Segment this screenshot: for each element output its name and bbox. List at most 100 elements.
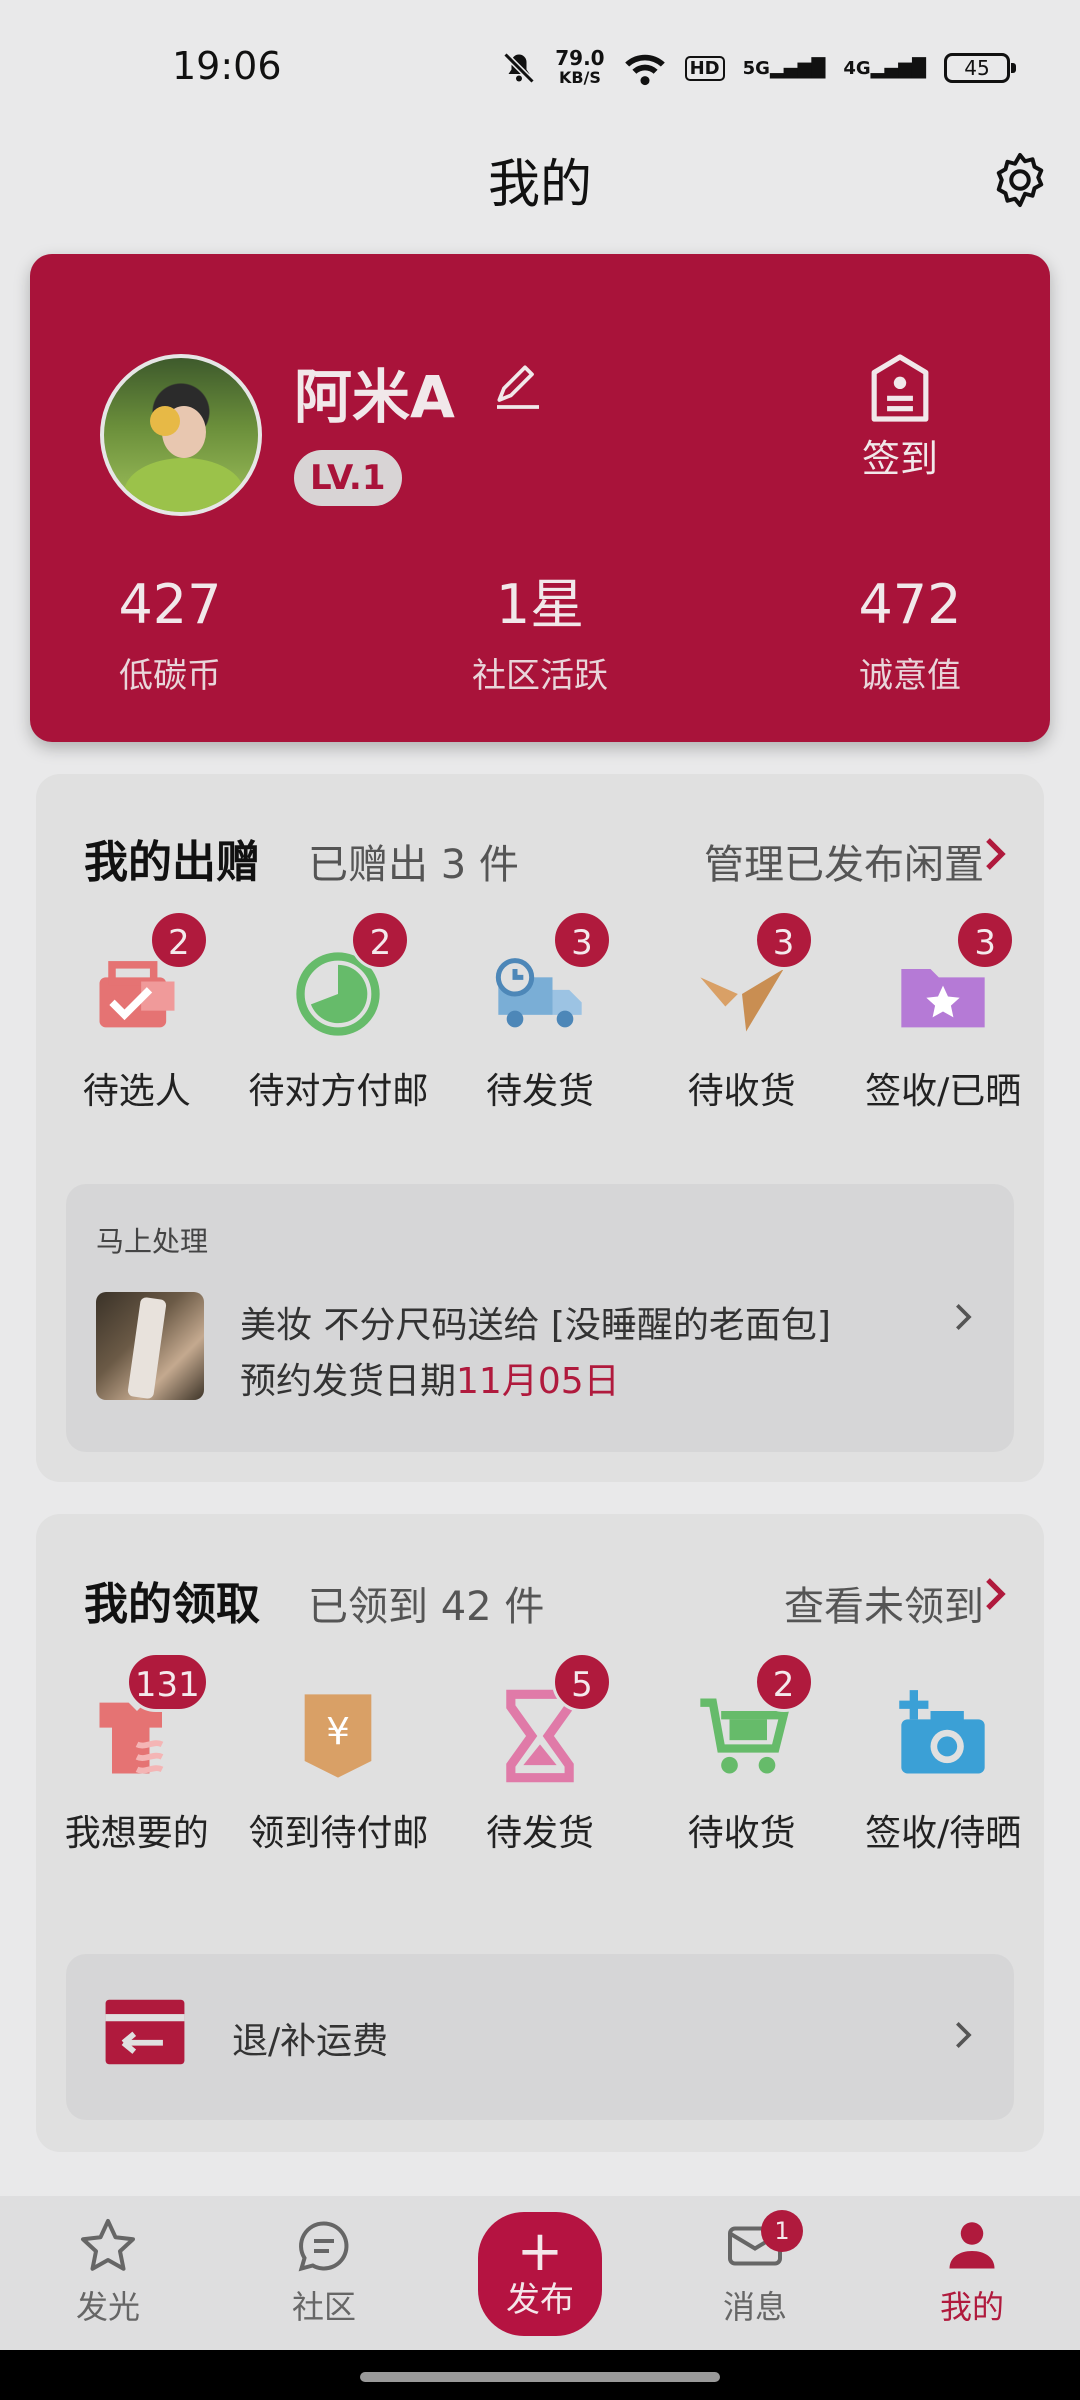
stats-row: 427 低碳币 1星 社区活跃 472 诚意值 [30, 572, 1050, 697]
stat-community-activity[interactable]: 1星 社区活跃 [440, 572, 640, 697]
count-badge: 5 [551, 1652, 612, 1712]
message-count-badge: 1 [761, 2210, 803, 2252]
refund-shipping-label: 退/补运费 [232, 2021, 389, 2062]
battery-icon: 45 [944, 53, 1016, 83]
count-badge: 2 [350, 910, 411, 970]
page-title: 我的 [487, 155, 592, 215]
level-badge: LV.1 [294, 450, 402, 506]
count-badge: 3 [753, 910, 814, 970]
username: 阿米A [294, 363, 455, 431]
stat-label: 社区活跃 [472, 656, 608, 696]
svg-text:¥: ¥ [326, 1709, 350, 1753]
checkin-icon [871, 354, 929, 422]
giving-card: 我的出赠 已赠出 3 件 管理已发布闲置 2 待选人 2 待对方付邮 3 待发货… [36, 774, 1044, 1482]
avatar[interactable] [100, 354, 262, 516]
giving-status-item[interactable]: 2 待选人 [36, 910, 238, 1114]
camera-plus-icon [899, 1690, 985, 1774]
status-label: 领到待付邮 [248, 1813, 429, 1854]
person-icon [949, 2222, 995, 2269]
receiving-status-item[interactable]: 131 我想要的 [36, 1652, 238, 1856]
yen-tag-icon: ¥ [305, 1694, 372, 1778]
receiving-card: 我的领取 已领到 42 件 查看未领到 131 我想要的 ¥ 领到待付邮 5 待… [36, 1514, 1044, 2152]
publish-button[interactable]: + 发布 [478, 2212, 602, 2336]
nav-item-messages[interactable]: 1 消息 [695, 2210, 815, 2328]
status-bar: 19:06 79.0 KB/S HD 5G▂▄▆█ 4G▂▄▆█ 45 [0, 0, 1080, 130]
home-indicator[interactable] [360, 2372, 720, 2382]
profile-page: 19:06 79.0 KB/S HD 5G▂▄▆█ 4G▂▄▆█ 45 我的 阿米… [0, 0, 1080, 2400]
status-label: 待发货 [485, 1813, 594, 1854]
chat-icon [298, 2221, 349, 2272]
chevron-right-icon [956, 1304, 972, 1330]
receiving-status-item[interactable]: 签收/待晒 [842, 1686, 1044, 1856]
giving-status-item[interactable]: 3 待收货 [641, 910, 843, 1114]
view-not-received-link[interactable]: 查看未领到 [784, 1574, 984, 1632]
manage-posted-link[interactable]: 管理已发布闲置 [704, 832, 984, 890]
status-label: 签收/已晒 [865, 1071, 1022, 1112]
mute-icon [503, 52, 535, 84]
nav-item-glow[interactable]: 发光 [48, 2216, 168, 2328]
plus-icon: + [516, 2219, 564, 2284]
stat-value: 1星 [495, 573, 585, 636]
nav-item-community[interactable]: 社区 [264, 2216, 384, 2328]
edit-profile-button[interactable] [490, 358, 546, 414]
net-speed: 79.0 KB/S [555, 46, 605, 87]
stat-value: 427 [118, 573, 222, 636]
refund-shipping-icon [105, 1999, 185, 2065]
count-badge: 2 [148, 910, 209, 970]
chevron-right-icon [956, 2022, 972, 2048]
status-time: 19:06 [172, 44, 282, 88]
receiving-subtitle: 已领到 42 件 [308, 1584, 545, 1630]
status-label: 签收/待晒 [865, 1813, 1022, 1854]
stat-sincerity[interactable]: 472 诚意值 [810, 572, 1010, 697]
nav-label: 社区 [291, 2288, 356, 2326]
todo-title: 马上处理 [96, 1225, 209, 1258]
giving-title: 我的出赠 [84, 837, 260, 888]
giving-status-item[interactable]: 3 待发货 [439, 910, 641, 1114]
chevron-right-icon[interactable] [984, 836, 1008, 872]
receiving-status-row: 131 我想要的 ¥ 领到待付邮 5 待发货 2 待收货 签收/待晒 [36, 1652, 1044, 1856]
stat-value: 472 [858, 573, 962, 636]
status-label: 我想要的 [64, 1813, 209, 1854]
profile-card: 阿米A LV.1 签到 427 低碳币 1星 社区活跃 472 诚意值 [30, 254, 1050, 742]
count-badge: 2 [753, 1652, 814, 1712]
giving-status-item[interactable]: 3 签收/已晒 [842, 910, 1044, 1114]
nav-label: 消息 [722, 2288, 787, 2326]
stat-label: 诚意值 [859, 656, 961, 696]
status-label: 待发货 [485, 1071, 594, 1112]
chevron-right-icon[interactable] [984, 1576, 1008, 1612]
item-thumbnail [96, 1292, 204, 1400]
receiving-status-item[interactable]: 5 待发货 [439, 1652, 641, 1856]
giving-status-row: 2 待选人 2 待对方付邮 3 待发货 3 待收货 3 签收/已晒 [36, 910, 1044, 1114]
stat-carbon-coin[interactable]: 427 低碳币 [70, 572, 270, 697]
receiving-status-item[interactable]: 2 待收货 [641, 1652, 843, 1856]
publish-label: 发布 [506, 2280, 574, 2320]
wifi-icon [624, 54, 665, 86]
count-badge: 131 [125, 1652, 209, 1712]
star-icon [81, 2219, 135, 2271]
status-label: 待收货 [687, 1071, 796, 1112]
status-label: 待对方付邮 [248, 1071, 429, 1112]
refund-shipping-row[interactable]: 退/补运费 [66, 1954, 1014, 2120]
hd-icon: HD [684, 55, 725, 81]
gear-icon [996, 153, 1044, 207]
nav-item-mine[interactable]: 我的 [912, 2216, 1032, 2328]
todo-item[interactable]: 马上处理 美妆 不分尺码送给 [没睡醒的老面包] 预约发货日期11月05日 [66, 1184, 1014, 1452]
pencil-icon [497, 365, 539, 409]
nav-label: 我的 [939, 2288, 1004, 2326]
stat-label: 低碳币 [119, 656, 221, 696]
receiving-status-item[interactable]: ¥ 领到待付邮 [238, 1686, 440, 1856]
todo-ship-date: 预约发货日期11月05日 [240, 1361, 620, 1402]
checkin-label: 签到 [861, 437, 938, 481]
giving-status-item[interactable]: 2 待对方付邮 [238, 910, 440, 1114]
signal-5g: 5G▂▄▆█ [742, 57, 826, 79]
status-label: 待收货 [687, 1813, 796, 1854]
receiving-title: 我的领取 [84, 1579, 260, 1630]
status-label: 待选人 [82, 1071, 191, 1112]
status-icons: 79.0 KB/S HD 5G▂▄▆█ 4G▂▄▆█ 45 [501, 40, 1016, 96]
checkin-button[interactable]: 签到 [840, 354, 960, 483]
settings-button[interactable] [990, 150, 1050, 210]
count-badge: 3 [551, 910, 612, 970]
todo-description: 美妆 不分尺码送给 [没睡醒的老面包] [240, 1305, 831, 1346]
count-badge: 3 [955, 910, 1016, 970]
nav-label: 发光 [75, 2288, 140, 2326]
